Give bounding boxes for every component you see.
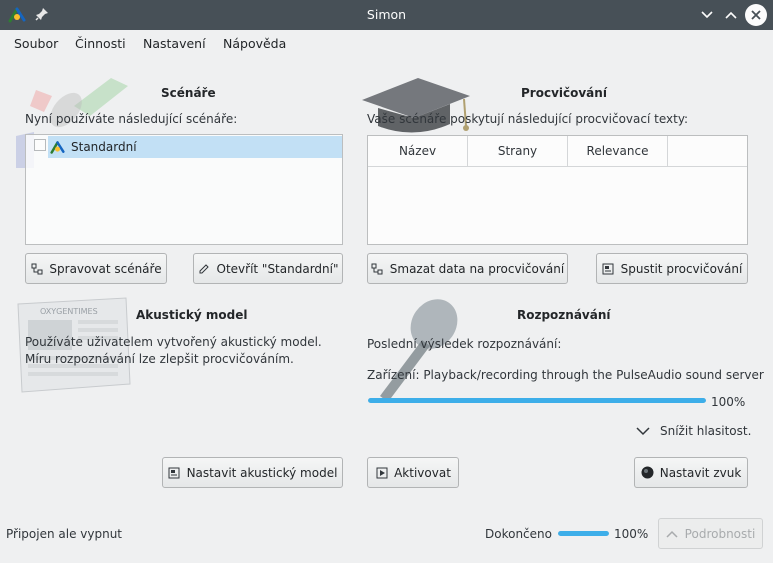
sound-settings-label: Nastavit zvuk bbox=[659, 465, 742, 480]
tree-item-label: Standardní bbox=[71, 140, 137, 154]
window-title: Simon bbox=[366, 7, 407, 22]
clear-training-label: Smazat data na procvičování bbox=[389, 261, 565, 276]
manage-scenarios-button[interactable]: Spravovat scénáře bbox=[25, 253, 167, 284]
close-icon bbox=[751, 10, 761, 20]
menu-napoveda[interactable]: Nápověda bbox=[223, 36, 286, 51]
acoustic-title: Akustický model bbox=[136, 308, 248, 322]
start-training-label: Spustit procvičování bbox=[620, 261, 743, 276]
training-description: Vaše scénáře poskytují následující procv… bbox=[367, 112, 689, 126]
lower-volume-row[interactable]: Snížit hlasitost. bbox=[636, 424, 751, 438]
activate-label: Aktivovat bbox=[394, 465, 451, 480]
edit-icon bbox=[198, 262, 211, 275]
document-icon bbox=[168, 466, 181, 479]
column-strany[interactable]: Strany bbox=[468, 136, 568, 166]
status-message: Připojen ale vypnut bbox=[6, 527, 123, 541]
activate-button[interactable]: Aktivovat bbox=[367, 457, 459, 488]
simon-scenario-icon bbox=[50, 140, 65, 154]
minimize-button[interactable] bbox=[697, 5, 717, 25]
table-header: Název Strany Relevance bbox=[368, 136, 747, 167]
menu-bar: Soubor Činnosti Nastavení Nápověda bbox=[0, 30, 773, 58]
start-training-button[interactable]: Spustit procvičování bbox=[596, 253, 748, 284]
lower-volume-label: Snížit hlasitost. bbox=[660, 424, 752, 438]
tree-item-standardni[interactable]: Standardní bbox=[48, 136, 342, 158]
open-scenario-label: Otevřít "Standardní" bbox=[216, 261, 339, 276]
device-label: Zařízení: Playback/recording through the… bbox=[367, 368, 764, 382]
volume-level-fill bbox=[368, 398, 706, 403]
set-acoustic-model-button[interactable]: Nastavit akustický model bbox=[162, 457, 343, 488]
recognition-title: Rozpoznávání bbox=[517, 308, 611, 322]
manage-icon bbox=[371, 262, 384, 275]
scenario-tree[interactable]: Standardní bbox=[25, 134, 343, 245]
sound-icon bbox=[641, 466, 654, 479]
clear-training-data-button[interactable]: Smazat data na procvičování bbox=[367, 253, 568, 284]
microphone-icon bbox=[380, 299, 458, 402]
chevron-down-icon bbox=[636, 426, 650, 435]
done-label: Dokončeno bbox=[485, 527, 552, 541]
menu-nastaveni[interactable]: Nastavení bbox=[143, 36, 206, 51]
volume-level-label: 100% bbox=[711, 395, 746, 409]
open-scenario-button[interactable]: Otevřít "Standardní" bbox=[193, 253, 343, 284]
acoustic-line2: Míru rozpoznávání lze zlepšit procvičová… bbox=[25, 352, 294, 366]
checkbox[interactable] bbox=[34, 139, 46, 151]
status-progress-fill bbox=[558, 531, 609, 536]
scenarios-description: Nyní používáte následující scénáře: bbox=[25, 112, 238, 126]
training-title: Procvičování bbox=[521, 86, 607, 100]
status-progress-label: 100% bbox=[614, 527, 649, 541]
close-button[interactable] bbox=[745, 4, 767, 26]
training-table[interactable]: Název Strany Relevance bbox=[367, 135, 748, 245]
chevron-down-icon bbox=[701, 11, 713, 19]
chevron-up-icon bbox=[725, 11, 737, 19]
menu-soubor[interactable]: Soubor bbox=[14, 36, 58, 51]
document-icon bbox=[602, 262, 615, 275]
play-icon bbox=[375, 466, 388, 479]
title-bar: Simon bbox=[0, 0, 773, 30]
maximize-button[interactable] bbox=[721, 5, 741, 25]
column-relevance[interactable]: Relevance bbox=[568, 136, 668, 166]
manage-icon bbox=[30, 262, 43, 275]
last-result-label: Poslední výsledek rozpoznávání: bbox=[367, 337, 562, 351]
acoustic-line1: Používáte uživatelem vytvořený akustický… bbox=[25, 335, 322, 349]
chevron-up-icon bbox=[666, 527, 679, 540]
newspaper-label: OXYGENTIMES bbox=[40, 307, 98, 316]
scenarios-title: Scénáře bbox=[161, 86, 216, 100]
column-nazev[interactable]: Název bbox=[368, 136, 468, 166]
manage-scenarios-label: Spravovat scénáře bbox=[49, 261, 162, 276]
set-acoustic-model-label: Nastavit akustický model bbox=[186, 465, 338, 480]
details-button[interactable]: Podrobnosti bbox=[658, 518, 763, 549]
menu-cinnosti[interactable]: Činnosti bbox=[75, 36, 126, 51]
sound-settings-button[interactable]: Nastavit zvuk bbox=[634, 457, 748, 488]
volume-level-bar bbox=[368, 398, 706, 403]
details-label: Podrobnosti bbox=[684, 526, 756, 541]
status-progress-bar bbox=[558, 531, 609, 536]
